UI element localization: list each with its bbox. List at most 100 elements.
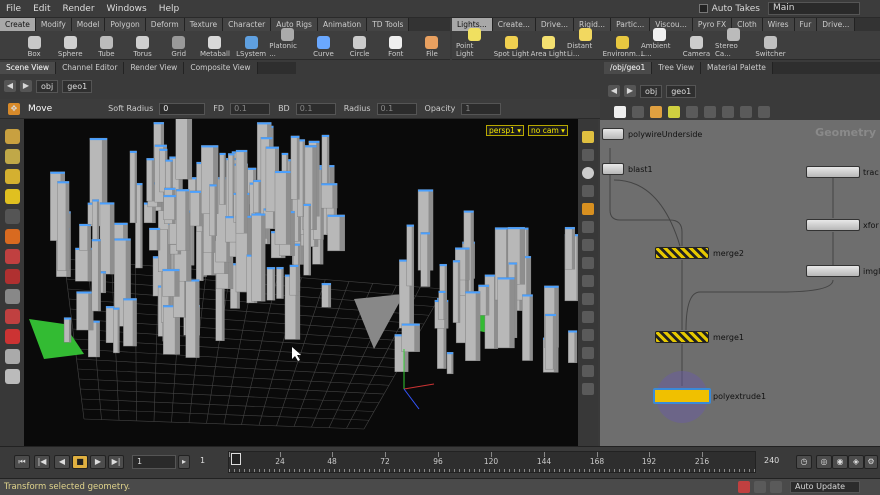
ball-icon[interactable] [4, 369, 20, 384]
end-frame-field[interactable]: 240 [760, 455, 788, 469]
camera-tool-icon[interactable] [4, 309, 20, 324]
cam-select-menu[interactable]: no cam ▾ [528, 125, 568, 136]
pane-tab--obj-geo1[interactable]: /obj/geo1 [604, 62, 653, 74]
transform-icon[interactable] [4, 149, 20, 164]
shelf-tab-create-[interactable]: Create... [492, 18, 536, 31]
radius-field[interactable]: 0.1 [376, 102, 417, 115]
forward-icon[interactable]: ▶ [624, 85, 636, 97]
area-light-tool[interactable]: Area Light [530, 36, 567, 59]
curve-tool[interactable]: Curve [305, 36, 341, 59]
network-view[interactable]: Geometry polywireUnderside blast1 merge2… [600, 120, 880, 446]
ghost-icon[interactable] [582, 275, 594, 287]
path-node[interactable]: geo1 [62, 79, 93, 93]
pane-tab-scene-view[interactable]: Scene View [0, 62, 57, 74]
current-frame-field[interactable]: 1 [196, 455, 226, 469]
layout-icon[interactable] [686, 106, 698, 118]
shelf-tab-create[interactable]: Create [0, 18, 36, 31]
handle-icon[interactable] [4, 229, 20, 244]
frame-stepper-icon[interactable]: ▸ [178, 455, 190, 469]
node-polyextrude1[interactable] [653, 388, 711, 404]
node-merge1[interactable] [655, 331, 709, 343]
path-root[interactable]: obj [36, 79, 59, 93]
pane-tab-channel-editor[interactable]: Channel Editor [56, 62, 125, 74]
file-tool[interactable]: File [414, 36, 450, 59]
shade-icon[interactable] [582, 167, 594, 179]
node-merge2[interactable] [655, 247, 709, 259]
shelf-tab-character[interactable]: Character [223, 18, 272, 31]
lights-icon[interactable] [582, 293, 594, 305]
shelf-tab-deform[interactable]: Deform [145, 18, 185, 31]
camera-tool[interactable]: Camera [678, 36, 715, 59]
shelf-tab-drive-[interactable]: Drive... [817, 18, 856, 31]
audio-icon[interactable]: ◈ [848, 455, 864, 469]
scale-icon[interactable] [4, 189, 20, 204]
magnet-icon[interactable] [4, 329, 20, 344]
options-icon[interactable]: ⚙ [864, 455, 878, 469]
back-icon[interactable]: ◀ [608, 85, 620, 97]
menu-file[interactable]: File [0, 4, 27, 14]
shelf-tab-wires[interactable]: Wires [762, 18, 795, 31]
menu-help[interactable]: Help [153, 4, 186, 14]
background-icon[interactable] [582, 311, 594, 323]
fd-field[interactable]: 0.1 [230, 102, 271, 115]
soft-radius-field[interactable]: 0 [159, 102, 206, 115]
menu-render[interactable]: Render [57, 4, 101, 14]
points-icon[interactable] [582, 185, 594, 197]
display-icon[interactable] [582, 131, 594, 143]
play-reverse-button[interactable]: ◀ [54, 455, 70, 469]
sound-icon[interactable]: ◉ [832, 455, 848, 469]
back-icon[interactable]: ◀ [4, 80, 16, 92]
pane-tab-material-palette[interactable]: Material Palette [701, 62, 773, 74]
pointer-icon[interactable] [4, 209, 20, 224]
desktop-selector[interactable]: Main [768, 2, 860, 15]
node-polywireunderside[interactable] [602, 128, 624, 140]
circle-tool[interactable]: Circle [342, 36, 378, 59]
snap-icon[interactable] [582, 203, 594, 215]
stop-cook-icon[interactable] [738, 481, 750, 493]
flag-icon[interactable] [650, 106, 662, 118]
scene-viewport[interactable]: persp1 ▾ no cam ▾ [24, 119, 578, 446]
node-list-icon[interactable] [632, 106, 644, 118]
shelf-tab-animation[interactable]: Animation [317, 18, 368, 31]
lsystem-tool[interactable]: LSystem [233, 36, 269, 59]
particles-icon[interactable] [582, 365, 594, 377]
path-root[interactable]: obj [640, 84, 663, 98]
auto-update-menu[interactable]: Auto Update [790, 481, 860, 493]
template-icon[interactable] [582, 257, 594, 269]
shelf-tab-modify[interactable]: Modify [35, 18, 72, 31]
grid-toggle-icon[interactable] [582, 221, 594, 233]
shelf-tab-td-tools[interactable]: TD Tools [367, 18, 410, 31]
playhead[interactable] [231, 453, 241, 465]
safe-area-icon[interactable] [582, 329, 594, 341]
wire-icon[interactable] [582, 149, 594, 161]
shelf-tab-fur[interactable]: Fur [794, 18, 818, 31]
node-trac[interactable] [806, 166, 860, 178]
color-icon[interactable] [722, 106, 734, 118]
grid-tool[interactable]: Grid [161, 36, 197, 59]
play-button[interactable]: ▶ [90, 455, 106, 469]
grid-snap-icon[interactable] [704, 106, 716, 118]
shelf-tab-texture[interactable]: Texture [184, 18, 224, 31]
stereo-camera-tool[interactable]: Stereo Ca... [715, 28, 752, 59]
cook-icon[interactable] [770, 481, 782, 493]
node-imgl[interactable] [806, 265, 860, 277]
switcher-tool[interactable]: Switcher [752, 36, 789, 59]
shelf-tab-polygon[interactable]: Polygon [105, 18, 146, 31]
spot-light-tool[interactable]: Spot Light [493, 36, 530, 59]
node-blast1[interactable] [602, 163, 624, 175]
key-icon[interactable]: ◎ [816, 455, 832, 469]
jump-start-button[interactable]: ⏮ [14, 455, 30, 469]
view-icon[interactable] [4, 289, 20, 304]
torus-tool[interactable]: Torus [125, 36, 161, 59]
ambient-light-tool[interactable]: Ambient L... [641, 28, 678, 59]
realtime-icon[interactable]: ◷ [796, 455, 812, 469]
brush-icon[interactable] [4, 269, 20, 284]
zoom-icon[interactable] [740, 106, 752, 118]
bypass-icon[interactable] [668, 106, 680, 118]
fps-icon[interactable] [754, 481, 766, 493]
environment-light-tool[interactable]: Environm... [603, 36, 642, 59]
eraser-icon[interactable] [4, 349, 20, 364]
select-icon[interactable] [4, 129, 20, 144]
menu-edit[interactable]: Edit [27, 4, 56, 14]
point-light-tool[interactable]: Point Light [456, 28, 493, 59]
